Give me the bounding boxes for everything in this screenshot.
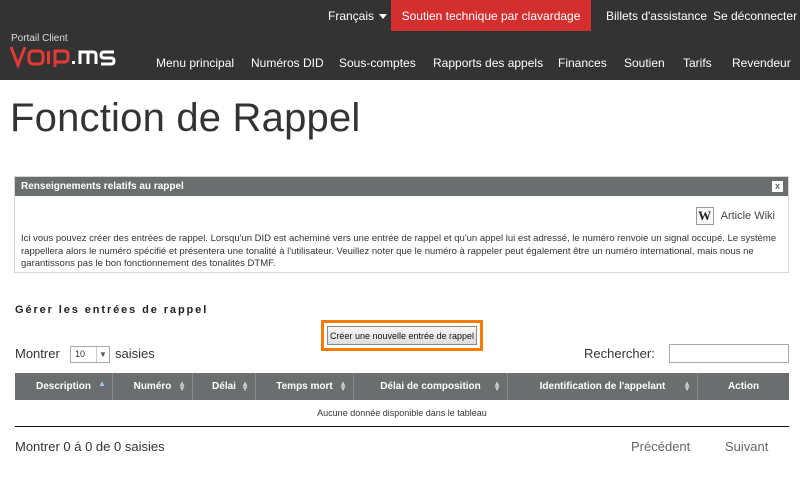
- logout-link[interactable]: Se déconnecter: [713, 9, 797, 23]
- top-bar: Français Soutien technique par clavardag…: [0, 0, 800, 32]
- info-panel: Renseignements relatifs au rappel x W Ar…: [14, 176, 789, 273]
- main-nav: Menu principal Numéros DID Sous-comptes …: [0, 56, 800, 72]
- callback-table: Description ▲ Numéro ▲ ▼ Délai ▲ ▼ Temps m…: [15, 373, 789, 427]
- info-panel-header: Renseignements relatifs au rappel x: [15, 177, 788, 196]
- column-delai[interactable]: Délai ▲ ▼: [193, 373, 256, 400]
- page-title: Fonction de Rappel: [10, 96, 361, 140]
- wikipedia-icon: W: [695, 207, 714, 225]
- section-title: Gérer les entrées de rappel: [15, 304, 209, 316]
- table-info: Montrer 0 á 0 de 0 saisies: [15, 439, 165, 454]
- column-description[interactable]: Description ▲: [15, 373, 113, 400]
- sort-icon: ▲ ▼: [241, 379, 249, 393]
- column-action: Action: [698, 373, 789, 400]
- column-numero[interactable]: Numéro ▲ ▼: [113, 373, 193, 400]
- column-label: Délai de composition: [380, 381, 481, 392]
- column-label: Délai: [212, 381, 236, 392]
- tickets-link[interactable]: Billets d'assistance: [606, 9, 707, 23]
- nav-item-rapports-des-appels[interactable]: Rapports des appels: [433, 56, 543, 70]
- column-identification-appelant[interactable]: Identification de l'appelant ▲ ▼: [508, 373, 698, 400]
- show-entries-label: Montrer: [15, 346, 60, 361]
- column-label: Description: [35, 381, 91, 392]
- column-label: Identification de l'appelant: [539, 381, 666, 392]
- language-label: Français: [328, 9, 375, 23]
- page-size-value: 10: [75, 349, 86, 359]
- create-button-highlight: Créer une nouvelle entrée de rappel: [321, 320, 483, 351]
- sort-icon: ▲ ▼: [493, 379, 501, 393]
- sort-icon: ▲ ▼: [339, 379, 347, 393]
- show-entries-suffix: saisies: [115, 346, 155, 361]
- table-header: Description ▲ Numéro ▲ ▼ Délai ▲ ▼ Temps m…: [15, 373, 789, 400]
- column-temps-mort[interactable]: Temps mort ▲ ▼: [256, 373, 354, 400]
- table-empty-row: Aucune donnée disponible dans le tableau: [15, 400, 789, 427]
- language-selector[interactable]: Français: [328, 9, 388, 23]
- portal-label: Portail Client: [11, 33, 68, 44]
- nav-item-menu-principal[interactable]: Menu principal: [156, 56, 234, 70]
- chat-support-button[interactable]: Soutien technique par clavardage: [391, 0, 591, 31]
- pagination-next[interactable]: Suivant: [725, 439, 768, 454]
- nav-item-finances[interactable]: Finances: [558, 56, 607, 70]
- nav-item-revendeur[interactable]: Revendeur: [732, 56, 791, 70]
- page-size-select[interactable]: 10 ▼: [70, 346, 110, 363]
- column-label: Numéro: [133, 381, 172, 392]
- sort-icon: ▲ ▼: [178, 379, 186, 393]
- caret-down-icon: [379, 14, 388, 20]
- site-header: Français Soutien technique par clavardag…: [0, 0, 800, 80]
- info-panel-heading: Renseignements relatifs au rappel: [21, 181, 184, 192]
- search-label: Rechercher:: [584, 346, 655, 361]
- wiki-article-label: Article Wiki: [720, 210, 775, 222]
- sort-icon: ▲ ▼: [683, 379, 691, 393]
- close-icon[interactable]: x: [772, 181, 783, 192]
- search-input[interactable]: [669, 344, 789, 363]
- column-delai-composition[interactable]: Délai de composition ▲ ▼: [354, 373, 508, 400]
- nav-item-soutien[interactable]: Soutien: [624, 56, 665, 70]
- info-panel-text: Ici vous pouvez créer des entrées de rap…: [21, 233, 777, 269]
- nav-item-tarifs[interactable]: Tarifs: [683, 56, 712, 70]
- column-label: Temps mort: [276, 381, 333, 392]
- nav-item-numeros-did[interactable]: Numéros DID: [251, 56, 324, 70]
- wiki-article-link[interactable]: W Article Wiki: [695, 207, 775, 225]
- create-callback-button[interactable]: Créer une nouvelle entrée de rappel: [327, 326, 477, 345]
- chevron-down-icon: ▼: [96, 347, 109, 362]
- nav-item-sous-comptes[interactable]: Sous-comptes: [339, 56, 416, 70]
- column-label: Action: [727, 381, 760, 392]
- sort-asc-icon: ▲: [98, 379, 106, 388]
- pagination-previous[interactable]: Précédent: [631, 439, 690, 454]
